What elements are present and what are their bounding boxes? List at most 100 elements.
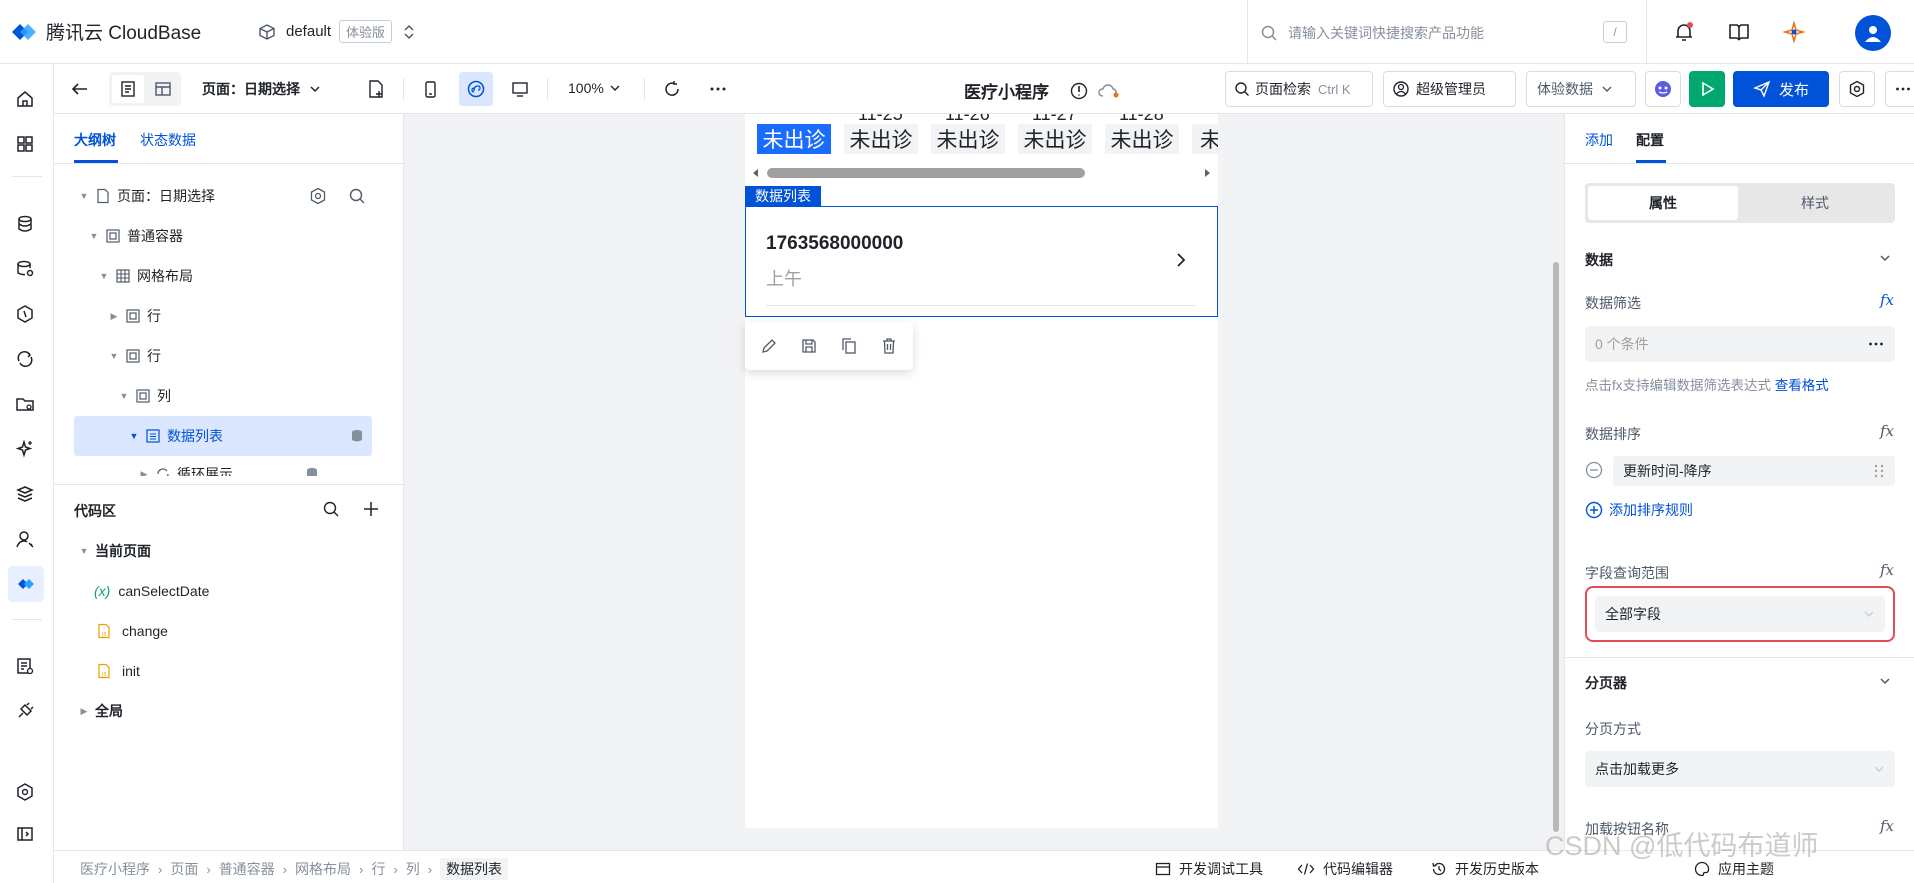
code-item-variable[interactable]: (x) canSelectDate <box>94 571 374 611</box>
docs-button[interactable] <box>1727 20 1751 44</box>
caret-down-icon[interactable]: ▼ <box>119 391 129 401</box>
tree-node-col[interactable]: ▼ 列 <box>119 376 369 416</box>
datasource-nav[interactable] <box>15 259 35 279</box>
user-nav[interactable] <box>15 529 35 549</box>
more-horizontal-icon[interactable] <box>1867 335 1885 353</box>
settings-nav[interactable] <box>15 782 35 802</box>
sort-rule-item[interactable]: 更新时间-降序 <box>1613 456 1895 486</box>
tree-node-row[interactable]: ▶ 行 <box>109 296 369 336</box>
more-actions-button[interactable] <box>1885 71 1914 107</box>
ai-assistant-button[interactable] <box>1782 20 1806 44</box>
back-button[interactable] <box>70 79 90 99</box>
plus-icon[interactable] <box>362 500 380 518</box>
edit-button[interactable] <box>749 322 789 370</box>
mobile-preview-button[interactable] <box>420 79 440 99</box>
breadcrumb-item[interactable]: 医疗小程序 <box>80 859 150 879</box>
breadcrumb-item[interactable]: 数据列表 <box>440 858 509 880</box>
apps-nav[interactable] <box>15 134 35 154</box>
outline-view-button[interactable] <box>112 75 144 103</box>
filter-field[interactable]: 0 个条件 <box>1585 326 1895 362</box>
add-sort-rule-button[interactable]: 添加排序规则 <box>1585 500 1693 520</box>
search-icon[interactable] <box>348 187 366 205</box>
list-item[interactable]: 1763568000000 上午 <box>746 207 1217 307</box>
tree-node-repeater[interactable]: ▶ 循环展示 <box>139 456 369 476</box>
tree-node-datalist[interactable]: ▼ 数据列表 <box>129 416 369 456</box>
date-cell[interactable]: 未 <box>1192 124 1218 154</box>
fx-icon[interactable]: fx <box>1880 817 1894 835</box>
tree-node-grid[interactable]: ▼ 网格布局 <box>99 256 369 296</box>
code-item-js[interactable]: JS change <box>96 611 376 651</box>
code-item-js[interactable]: JS init <box>96 651 376 691</box>
scroll-left-icon[interactable] <box>751 168 761 178</box>
fx-icon[interactable]: fx <box>1880 422 1894 440</box>
more-button[interactable] <box>706 79 730 99</box>
scroll-right-icon[interactable] <box>1202 168 1212 178</box>
caret-down-icon[interactable]: ▼ <box>89 231 99 241</box>
page-selector[interactable]: 页面：日期选择 <box>202 79 322 99</box>
tab-state-data[interactable]: 状态数据 <box>140 130 196 150</box>
canvas-scrollbar[interactable] <box>1553 262 1559 832</box>
chevron-down-icon[interactable] <box>1878 251 1892 265</box>
zoom-selector[interactable]: 100% <box>568 80 621 96</box>
breadcrumb-item[interactable]: 行 <box>371 859 385 879</box>
layout-view-button[interactable] <box>147 75 179 103</box>
pc-preview-button[interactable] <box>510 79 530 99</box>
caret-down-icon[interactable]: ▼ <box>79 546 89 556</box>
add-page-button[interactable] <box>366 79 386 99</box>
storage-nav[interactable] <box>15 394 35 414</box>
data-mode-selector[interactable]: 体验数据 <box>1526 71 1636 107</box>
horizontal-scrollbar[interactable] <box>745 166 1218 180</box>
fx-icon[interactable]: fx <box>1880 291 1894 309</box>
date-cell[interactable]: 11-28 未出诊 <box>1105 114 1179 154</box>
settings-hexagon-icon[interactable] <box>309 187 327 205</box>
date-cell[interactable]: 11-27 未出诊 <box>1018 114 1092 154</box>
segment-properties[interactable]: 属性 <box>1588 186 1738 220</box>
template-nav[interactable] <box>15 484 35 504</box>
caret-down-icon[interactable]: ▼ <box>79 191 89 201</box>
tab-add[interactable]: 添加 <box>1585 130 1613 150</box>
ai-nav[interactable] <box>15 439 35 459</box>
date-cell[interactable]: 11-25 未出诊 <box>844 114 918 154</box>
scope-select[interactable]: 全部字段 <box>1595 596 1885 632</box>
date-strip[interactable]: 11-24 未出诊 11-25 未出诊 11-26 未出诊 11-27 未出诊 … <box>745 114 1218 160</box>
debug-tools-button[interactable]: 开发调试工具 <box>1155 859 1263 879</box>
fx-icon[interactable]: fx <box>1880 561 1894 579</box>
remove-circle-icon[interactable] <box>1585 461 1603 479</box>
tab-config[interactable]: 配置 <box>1636 130 1664 150</box>
tree-node-container[interactable]: ▼ 普通容器 <box>89 216 369 256</box>
pager-mode-select[interactable]: 点击加载更多 <box>1585 751 1895 787</box>
search-input[interactable]: 请输入关键词快捷搜索产品功能 <box>1288 23 1484 43</box>
logo[interactable]: 腾讯云 CloudBase <box>10 18 201 45</box>
miniprogram-preview-button[interactable] <box>459 72 493 106</box>
publish-button[interactable]: 发布 <box>1733 71 1829 107</box>
run-preview-button[interactable] <box>1689 71 1725 107</box>
page-search-button[interactable]: 页面检索 Ctrl K <box>1225 71 1373 107</box>
code-group-current-page[interactable]: ▼ 当前页面 <box>79 531 379 571</box>
tab-outline-tree[interactable]: 大纲树 <box>74 130 116 150</box>
log-nav[interactable] <box>15 656 35 676</box>
info-icon[interactable] <box>1069 81 1089 101</box>
cloud-status-icon[interactable] <box>1097 81 1121 101</box>
caret-right-icon[interactable]: ▶ <box>139 469 149 477</box>
breadcrumb-item[interactable]: 列 <box>406 859 420 879</box>
global-search[interactable]: 请输入关键词快捷搜索产品功能 <box>1260 20 1630 46</box>
breadcrumb-item[interactable]: 页面 <box>170 859 198 879</box>
copy-button[interactable] <box>829 322 869 370</box>
breadcrumb-item[interactable]: 普通容器 <box>219 859 275 879</box>
cloud-function-nav[interactable] <box>15 304 35 324</box>
view-format-link[interactable]: 查看格式 <box>1775 378 1829 393</box>
cloud-run-nav[interactable] <box>15 349 35 369</box>
caret-down-icon[interactable]: ▼ <box>109 351 119 361</box>
breadcrumb-item[interactable]: 网格布局 <box>295 859 351 879</box>
avatar[interactable] <box>1855 15 1891 51</box>
delete-button[interactable] <box>869 322 909 370</box>
save-template-button[interactable] <box>789 322 829 370</box>
app-settings-button[interactable] <box>1839 71 1875 107</box>
tree-node-row[interactable]: ▼ 行 <box>109 336 369 376</box>
admin-role-button[interactable]: 超级管理员 <box>1383 71 1516 107</box>
drag-handle-icon[interactable] <box>1873 463 1885 479</box>
scrollbar-thumb[interactable] <box>767 168 1085 178</box>
extension-nav[interactable] <box>15 701 35 721</box>
tree-node-page[interactable]: ▼ 页面：日期选择 <box>79 176 379 216</box>
chevron-down-icon[interactable] <box>1878 674 1892 688</box>
